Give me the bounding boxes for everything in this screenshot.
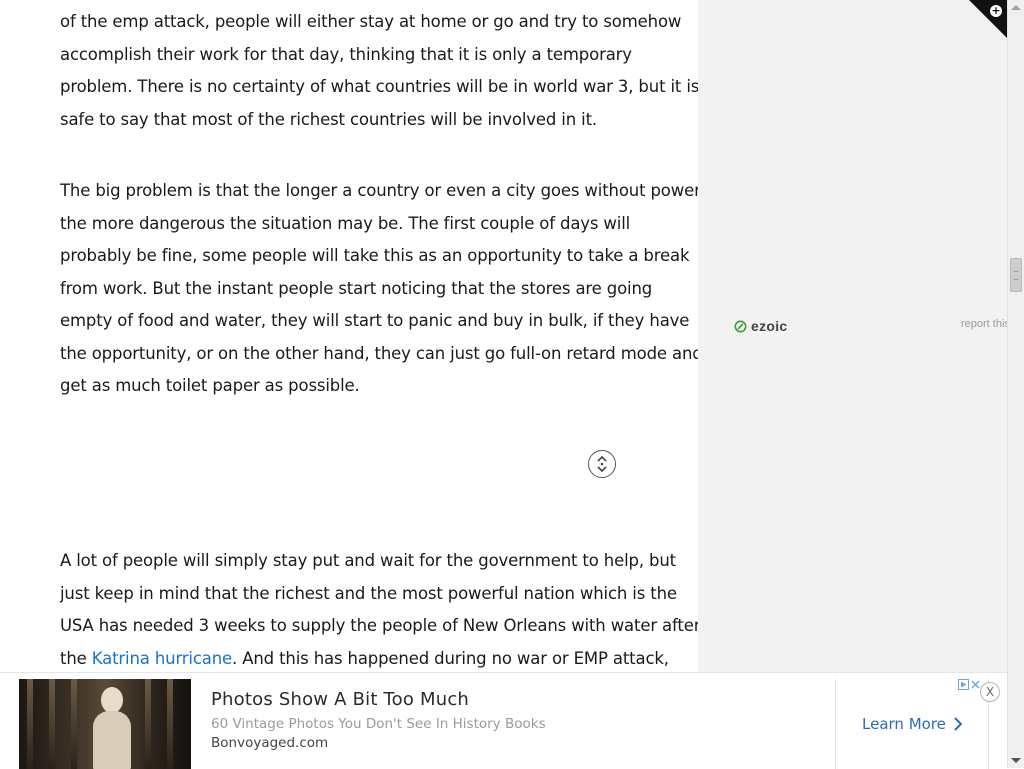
article-paragraph: The big problem is that the longer a cou… bbox=[60, 175, 703, 403]
paragraph-line: the Katrina hurricane. And this has happ… bbox=[60, 643, 672, 676]
ezoic-label: ezoic bbox=[751, 318, 788, 334]
sidebar-ad-area: + ezoic report this ad bbox=[698, 0, 1007, 768]
paragraph-line: probably be fine, some people will take … bbox=[60, 246, 690, 265]
paragraph-line: A lot of people will simply stay put and… bbox=[60, 551, 676, 570]
paragraph-line: the more dangerous the situation may be.… bbox=[60, 213, 631, 233]
paragraph-line: get as much toilet paper as possible. bbox=[60, 376, 360, 395]
plus-icon[interactable]: + bbox=[990, 5, 1002, 17]
paragraph-text: the bbox=[60, 648, 92, 668]
ezoic-logo-icon bbox=[734, 320, 747, 332]
paragraph-line: from work. But the instant people start … bbox=[60, 278, 653, 298]
paragraph-line: just keep in mind that the richest and t… bbox=[60, 583, 677, 603]
ad-subtitle: 60 Vintage Photos You Don't See In Histo… bbox=[211, 716, 546, 732]
paragraph-line: problem. There is no certainty of what c… bbox=[60, 77, 700, 96]
paragraph-line: The big problem is that the longer a cou… bbox=[60, 181, 701, 200]
paragraph-line: the opportunity, or on the other hand, t… bbox=[60, 343, 703, 363]
anchor-ad-banner[interactable]: Photos Show A Bit Too Much 60 Vintage Ph… bbox=[0, 672, 1007, 769]
scroll-up-arrow-icon[interactable] bbox=[1011, 5, 1021, 10]
close-ad-button[interactable]: X bbox=[980, 682, 1000, 702]
paragraph-line: safe to say that most of the richest cou… bbox=[60, 109, 597, 129]
ad-text-block[interactable]: Photos Show A Bit Too Much 60 Vintage Ph… bbox=[211, 689, 811, 751]
learn-more-button[interactable]: Learn More bbox=[862, 715, 962, 733]
up-down-chevrons-icon bbox=[597, 455, 607, 473]
paragraph-line: empty of food and water, they will start… bbox=[60, 311, 690, 330]
ad-divider bbox=[835, 679, 836, 769]
paragraph-text: . And this has happened during no war or… bbox=[232, 648, 669, 668]
vertical-scrollbar[interactable] bbox=[1007, 0, 1024, 768]
scroll-down-arrow-icon[interactable] bbox=[1011, 758, 1021, 763]
corner-badge[interactable] bbox=[969, 0, 1007, 38]
article-content: of the emp attack, people will either st… bbox=[0, 0, 703, 768]
small-close-icon bbox=[971, 680, 980, 689]
scroll-toggle-button[interactable] bbox=[588, 450, 616, 478]
chevron-right-icon bbox=[954, 717, 962, 731]
play-triangle-icon bbox=[958, 679, 969, 690]
ad-title[interactable]: Photos Show A Bit Too Much bbox=[211, 689, 811, 710]
katrina-hurricane-link[interactable]: Katrina hurricane bbox=[92, 649, 232, 668]
scrollbar-thumb[interactable] bbox=[1010, 258, 1022, 292]
report-ad-link[interactable]: report this ad bbox=[961, 318, 1007, 330]
ad-thumbnail-image[interactable] bbox=[19, 679, 191, 769]
paragraph-line: USA has needed 3 weeks to supply the peo… bbox=[60, 616, 701, 635]
article-paragraph: of the emp attack, people will either st… bbox=[60, 6, 700, 136]
ezoic-badge[interactable]: ezoic bbox=[734, 318, 788, 334]
paragraph-line: of the emp attack, people will either st… bbox=[60, 12, 682, 31]
paragraph-line: accomplish their work for that day, thin… bbox=[60, 44, 632, 64]
article-paragraph: A lot of people will simply stay put and… bbox=[60, 545, 701, 676]
learn-more-label: Learn More bbox=[862, 715, 946, 733]
adchoices-icon[interactable] bbox=[958, 679, 980, 690]
ad-source: Bonvoyaged.com bbox=[211, 735, 329, 751]
